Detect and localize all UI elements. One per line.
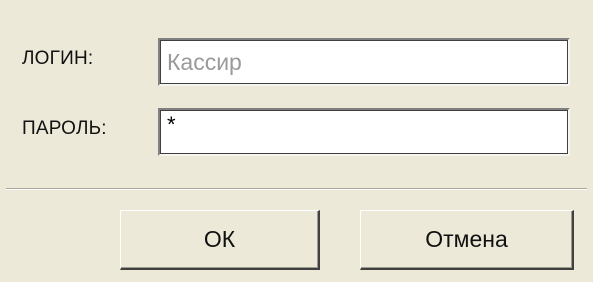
ok-button[interactable]: ОК <box>120 210 320 270</box>
password-field[interactable]: * <box>158 108 570 156</box>
login-dialog: ЛОГИН: Кассир ПАРОЛЬ: * ОК Отмена <box>0 0 593 282</box>
login-field[interactable]: Кассир <box>158 38 570 86</box>
button-separator <box>6 188 587 190</box>
password-label: ПАРОЛЬ: <box>22 118 107 139</box>
login-label: ЛОГИН: <box>22 48 94 69</box>
cancel-button[interactable]: Отмена <box>360 210 574 270</box>
